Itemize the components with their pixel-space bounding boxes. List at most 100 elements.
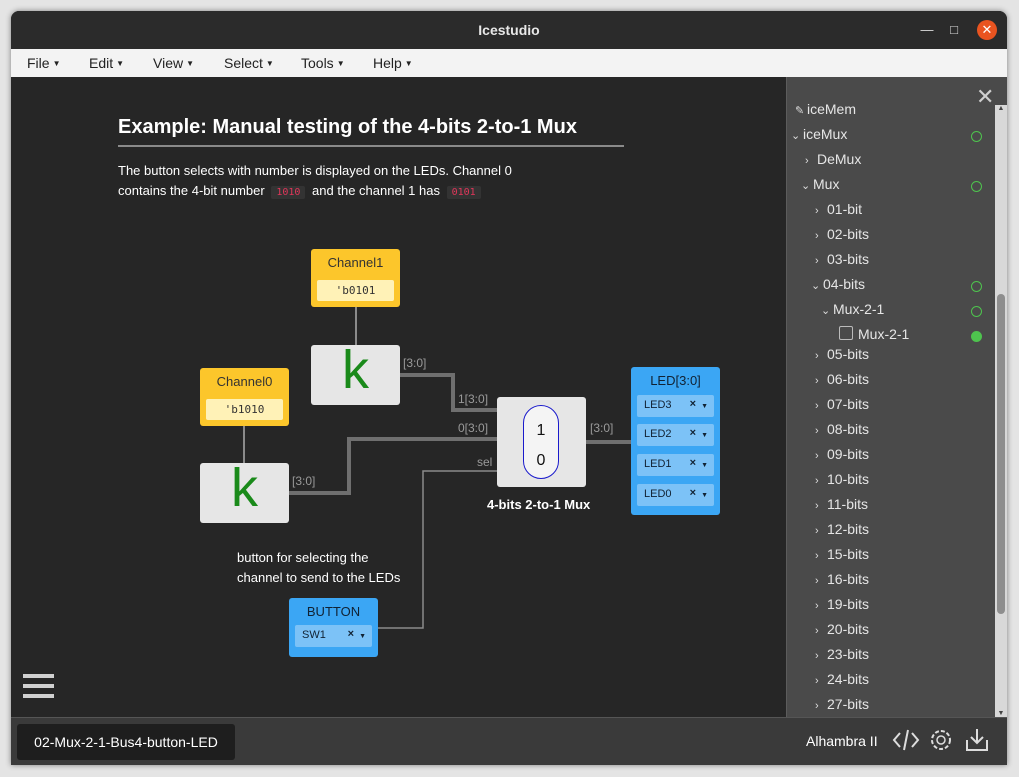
board-selector[interactable]: Alhambra II xyxy=(806,733,878,749)
tree-item-label: 06-bits xyxy=(827,371,870,387)
tree-item-mux-2-1-block[interactable]: Mux-2-1 xyxy=(839,324,909,344)
chevron-right-icon: › xyxy=(815,550,819,562)
scrollbar-thumb[interactable] xyxy=(997,294,1005,614)
dropdown-icon[interactable]: ▼ xyxy=(701,432,708,439)
code-0101: 0101 xyxy=(446,186,481,199)
menu-edit[interactable]: Edit ▼ xyxy=(89,55,124,71)
menu-icon[interactable] xyxy=(23,674,54,702)
tree-item-04-bits[interactable]: ⌄ 04-bits xyxy=(811,274,865,294)
tree-item-demux[interactable]: › DeMux xyxy=(805,149,861,169)
chevron-right-icon: › xyxy=(815,525,819,537)
menu-view[interactable]: View ▼ xyxy=(153,55,194,71)
tree-item-20-bits[interactable]: › 20-bits xyxy=(815,619,869,639)
clear-icon[interactable]: × xyxy=(690,457,696,469)
tree-item-label: 23-bits xyxy=(827,646,870,662)
tree-item-07-bits[interactable]: › 07-bits xyxy=(815,394,869,414)
tree-item-05-bits[interactable]: › 05-bits xyxy=(815,344,869,364)
tree-item-23-bits[interactable]: › 23-bits xyxy=(815,644,869,664)
maximize-icon[interactable]: □ xyxy=(944,20,964,40)
channel1-constant[interactable]: Channel1 'b0101 xyxy=(311,249,400,307)
status-icon-filled xyxy=(971,331,982,342)
dropdown-icon[interactable]: ▼ xyxy=(701,403,708,410)
led-output-block[interactable]: LED[3:0] LED3 × ▼ LED2 × ▼ LED1 × ▼ LED0 × ▼ xyxy=(631,367,720,515)
tree-item-label: 02-bits xyxy=(827,226,870,242)
clear-icon[interactable]: × xyxy=(690,398,696,410)
chevron-right-icon: › xyxy=(815,475,819,487)
code-icon[interactable] xyxy=(892,726,920,754)
scroll-up-icon[interactable]: ▲ xyxy=(995,105,1007,112)
tree-item-label: 12-bits xyxy=(827,521,870,537)
pin-select-led2[interactable]: LED2 × ▼ xyxy=(637,424,714,446)
tree-item-mux-2-1-folder[interactable]: ⌄ Mux-2-1 xyxy=(821,299,884,319)
menu-help[interactable]: Help ▼ xyxy=(373,55,413,71)
file-tab[interactable]: 02-Mux-2-1-Bus4-button-LED xyxy=(17,724,235,760)
tree-item-icemux[interactable]: ⌄ iceMux xyxy=(791,124,847,144)
clear-icon[interactable]: × xyxy=(690,427,696,439)
tree-item-19-bits[interactable]: › 19-bits xyxy=(815,594,869,614)
tree-item-03-bits[interactable]: › 03-bits xyxy=(815,249,869,269)
mux-symbol: 1 0 xyxy=(523,405,559,479)
channel0-value[interactable]: 'b1010 xyxy=(206,399,283,420)
channel1-value[interactable]: 'b0101 xyxy=(317,280,394,301)
menu-tools[interactable]: Tools ▼ xyxy=(301,55,345,71)
mux-block[interactable]: 1 0 xyxy=(497,397,586,487)
scroll-down-icon[interactable]: ▼ xyxy=(995,710,1007,717)
caret-down-icon: ▼ xyxy=(404,59,413,68)
button-comment-line-1: button for selecting the xyxy=(237,550,369,565)
pin-select-led0[interactable]: LED0 × ▼ xyxy=(637,484,714,506)
channel0-constant[interactable]: Channel0 'b1010 xyxy=(200,368,289,426)
pin-select-led3[interactable]: LED3 × ▼ xyxy=(637,395,714,417)
k-symbol: k xyxy=(342,340,369,400)
k-constant-block-1[interactable]: k xyxy=(311,343,400,405)
tree-item-15-bits[interactable]: › 15-bits xyxy=(815,544,869,564)
pin-select-led1[interactable]: LED1 × ▼ xyxy=(637,454,714,476)
close-icon[interactable]: ✕ xyxy=(977,20,997,40)
tree-item-10-bits[interactable]: › 10-bits xyxy=(815,469,869,489)
minimize-icon[interactable]: — xyxy=(917,20,937,40)
sidebar-scrollbar[interactable]: ▲ ▼ xyxy=(995,105,1007,717)
clear-icon[interactable]: × xyxy=(348,628,354,640)
design-canvas[interactable]: Example: Manual testing of the 4-bits 2-… xyxy=(11,77,786,717)
settings-icon[interactable] xyxy=(927,726,955,754)
clear-icon[interactable]: × xyxy=(690,487,696,499)
tree-item-12-bits[interactable]: › 12-bits xyxy=(815,519,869,539)
menu-file-label: File xyxy=(27,55,50,71)
chevron-right-icon: › xyxy=(815,600,819,612)
tree-item-label: 19-bits xyxy=(827,596,870,612)
tree-item-label: 20-bits xyxy=(827,621,870,637)
dropdown-icon[interactable]: ▼ xyxy=(701,462,708,469)
tree-item-11-bits[interactable]: › 11-bits xyxy=(815,494,868,514)
button-comment: button for selecting the channel to send… xyxy=(237,548,400,588)
download-icon[interactable] xyxy=(963,726,991,754)
comment-line-1: The button selects with number is displa… xyxy=(118,163,512,178)
button-input-block[interactable]: BUTTON SW1 × ▼ xyxy=(289,598,378,657)
tree-item-01-bit[interactable]: › 01-bit xyxy=(815,199,862,219)
comment-divider xyxy=(118,145,624,147)
chevron-right-icon: › xyxy=(815,700,819,712)
tree-item-label: DeMux xyxy=(817,151,862,167)
tree-item-06-bits[interactable]: › 06-bits xyxy=(815,369,869,389)
pin-name: LED0 xyxy=(644,488,672,500)
tree-item-24-bits[interactable]: › 24-bits xyxy=(815,669,869,689)
menu-file[interactable]: File ▼ xyxy=(27,55,60,71)
k-constant-block-0[interactable]: k xyxy=(200,461,289,523)
chevron-down-icon: ⌄ xyxy=(811,280,821,292)
dropdown-icon[interactable]: ▼ xyxy=(701,492,708,499)
menu-select-label: Select xyxy=(224,55,263,71)
dropdown-icon[interactable]: ▼ xyxy=(359,633,366,640)
caret-down-icon: ▼ xyxy=(116,59,125,68)
tree-item-16-bits[interactable]: › 16-bits xyxy=(815,569,869,589)
tree-item-09-bits[interactable]: › 09-bits xyxy=(815,444,869,464)
menu-select[interactable]: Select ▼ xyxy=(224,55,274,71)
comment-line-2: contains the 4-bit number 1010 and the c… xyxy=(118,181,512,203)
tree-item-mux[interactable]: ⌄ Mux xyxy=(801,174,839,194)
tree-item-02-bits[interactable]: › 02-bits xyxy=(815,224,869,244)
tree-item-08-bits[interactable]: › 08-bits xyxy=(815,419,869,439)
status-icon xyxy=(971,281,982,292)
tree-item-27-bits[interactable]: › 27-bits xyxy=(815,694,869,714)
pin-select-sw1[interactable]: SW1 × ▼ xyxy=(295,625,372,647)
tree-item-label: 16-bits xyxy=(827,571,870,587)
tree-item-label: 15-bits xyxy=(827,546,870,562)
tree-item-icemem[interactable]: ✎ iceMem xyxy=(795,101,856,119)
wire-label-mux-out: [3:0] xyxy=(590,421,614,435)
